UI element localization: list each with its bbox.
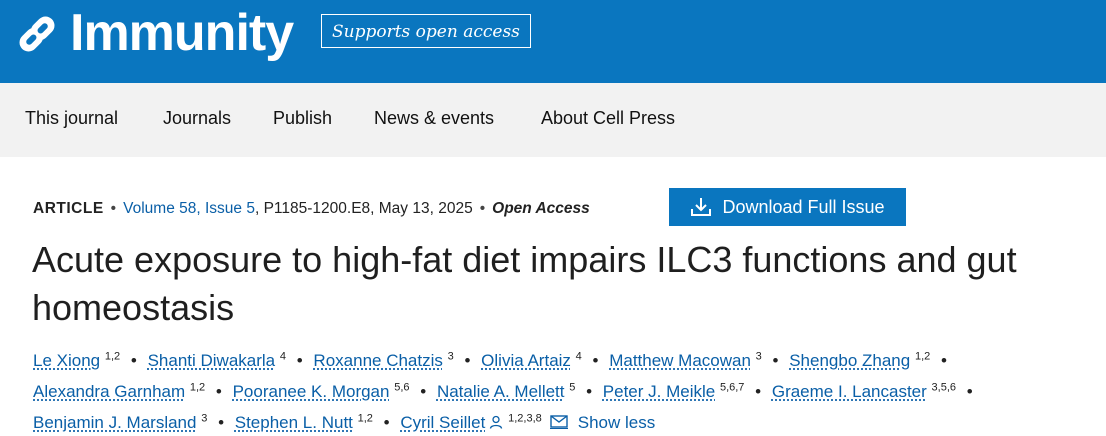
download-icon xyxy=(691,198,712,216)
journal-header: Immunity Supports open access xyxy=(0,0,1106,83)
download-label: Download Full Issue xyxy=(722,196,885,217)
author-name-link[interactable]: Matthew Macowan xyxy=(609,351,751,370)
author-affiliation: 3,5,6 xyxy=(931,381,957,394)
author-list: Le Xiong 1,2 • Shanti Diwakarla 4 • Roxa… xyxy=(33,343,1093,436)
author-name-link[interactable]: Stephen L. Nutt xyxy=(235,413,353,432)
author-name-link[interactable]: Olivia Artaiz xyxy=(481,351,571,370)
author-separator: • xyxy=(420,381,427,401)
author-item: Stephen L. Nutt 1,2 xyxy=(235,412,373,432)
author-separator: • xyxy=(755,381,762,401)
author-affiliation: 5,6 xyxy=(394,381,410,394)
author-separator: • xyxy=(130,350,137,370)
author-name-link[interactable]: Alexandra Garnham xyxy=(33,382,185,401)
author-separator: • xyxy=(940,350,947,370)
author-affiliation: 3 xyxy=(447,350,454,362)
meta-separator: • xyxy=(110,200,117,217)
author-affiliation: 5 xyxy=(569,381,576,394)
show-less-toggle[interactable]: Show less xyxy=(578,413,655,432)
author-item: Graeme I. Lancaster 3,5,6 xyxy=(772,381,957,401)
author-item: Olivia Artaiz 4 xyxy=(481,350,582,370)
author-name-link[interactable]: Roxanne Chatzis xyxy=(313,351,442,370)
author-item: Peter J. Meikle 5,6,7 xyxy=(603,381,745,401)
article-type: ARTICLE xyxy=(33,200,104,217)
author-affiliation: 1,2 xyxy=(104,350,121,362)
author-name-link[interactable]: Pooranee K. Morgan xyxy=(233,382,390,401)
author-affiliation: 4 xyxy=(575,350,582,362)
author-separator: • xyxy=(383,412,390,432)
author-affiliation: 1,2 xyxy=(189,381,206,394)
author-separator: • xyxy=(218,412,225,432)
download-full-issue-button[interactable]: Download Full Issue xyxy=(669,188,906,226)
author-name-link[interactable]: Shengbo Zhang xyxy=(789,351,910,370)
author-separator: • xyxy=(296,350,303,370)
nav-this-journal[interactable]: This journal xyxy=(25,108,118,129)
author-affiliation: 5,6,7 xyxy=(719,381,745,394)
open-access-label: Open Access xyxy=(492,200,590,217)
author-item: Roxanne Chatzis 3 xyxy=(313,350,454,370)
volume-issue-link[interactable]: Volume 58, Issue 5 xyxy=(123,200,255,217)
author-separator: • xyxy=(215,381,222,401)
article-title: Acute exposure to high-fat diet impairs … xyxy=(32,239,1017,328)
open-access-badge[interactable]: Supports open access xyxy=(321,14,531,48)
cell-press-link-icon[interactable] xyxy=(13,10,61,58)
author-item: Natalie A. Mellett 5 xyxy=(437,381,576,401)
author-name-link[interactable]: Graeme I. Lancaster xyxy=(772,382,927,401)
author-separator: • xyxy=(772,350,779,370)
author-item: Shanti Diwakarla 4 xyxy=(148,350,286,370)
nav-journals[interactable]: Journals xyxy=(163,108,231,129)
author-separator: • xyxy=(592,350,599,370)
author-affiliation: 3 xyxy=(201,412,208,425)
author-affiliation: 1,2 xyxy=(914,350,931,362)
author-name-link[interactable]: Peter J. Meikle xyxy=(603,382,715,401)
author-name-link[interactable]: Le Xiong xyxy=(33,351,100,370)
author-name-link[interactable]: Cyril Seillet xyxy=(400,413,485,432)
author-item: Alexandra Garnham 1,2 xyxy=(33,381,206,401)
email-icon[interactable] xyxy=(549,415,568,429)
nav-news-events[interactable]: News & events xyxy=(374,108,494,129)
author-affiliation: 3 xyxy=(755,350,762,362)
author-affiliation: 1,2 xyxy=(357,412,373,425)
author-item: Matthew Macowan 3 xyxy=(609,350,762,370)
author-affiliation: 1,2,3,8 xyxy=(508,412,542,425)
main-nav: This journal Journals Publish News & eve… xyxy=(0,83,1106,157)
author-item: Shengbo Zhang 1,2 xyxy=(789,350,931,370)
author-separator: • xyxy=(966,381,973,401)
author-item: Le Xiong 1,2 xyxy=(33,350,121,370)
pages-date: , P1185-1200.E8, May 13, 2025 xyxy=(254,200,473,217)
corresponding-author-icon xyxy=(490,415,503,429)
author-separator: • xyxy=(586,381,593,401)
author-name-link[interactable]: Shanti Diwakarla xyxy=(148,351,276,370)
author-name-link[interactable]: Natalie A. Mellett xyxy=(437,382,565,401)
article-meta: ARTICLE • Volume 58, Issue 5, P1185-1200.E… xyxy=(33,200,590,218)
author-item: Cyril Seillet 1,2,3,8 xyxy=(400,412,542,432)
nav-about-cell-press[interactable]: About Cell Press xyxy=(541,108,675,129)
nav-publish[interactable]: Publish xyxy=(273,108,332,129)
author-name-link[interactable]: Benjamin J. Marsland xyxy=(33,413,196,432)
author-separator: • xyxy=(464,350,471,370)
author-item: Benjamin J. Marsland 3 xyxy=(33,412,208,432)
author-item: Pooranee K. Morgan 5,6 xyxy=(233,381,410,401)
author-affiliation: 4 xyxy=(279,350,286,362)
meta-separator: • xyxy=(479,200,486,217)
journal-name[interactable]: Immunity xyxy=(70,0,294,68)
